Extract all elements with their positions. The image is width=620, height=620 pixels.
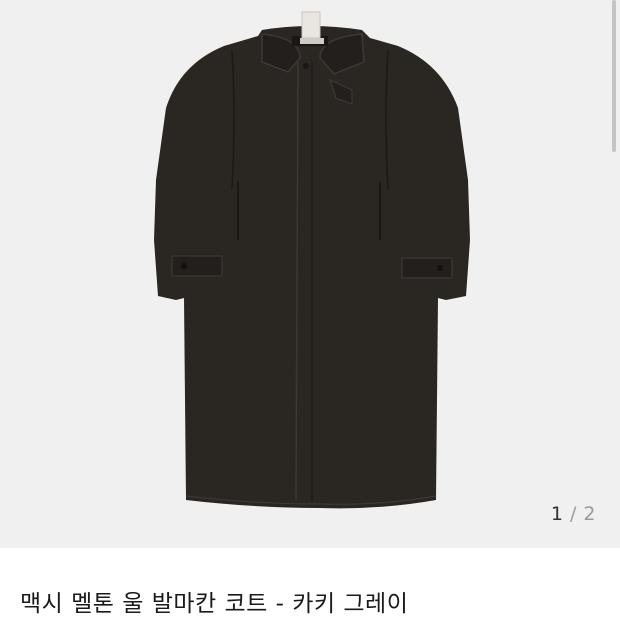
product-image-gallery[interactable]: 1 / 2 xyxy=(0,0,620,548)
product-title: 맥시 멜톤 울 발마칸 코트 - 카키 그레이 xyxy=(20,591,409,617)
counter-separator: / xyxy=(569,503,577,525)
product-detail-page: 1 / 2 맥시 멜톤 울 발마칸 코트 - 카키 그레이 xyxy=(0,0,620,620)
total-image-count: 2 xyxy=(583,503,596,525)
page-scrollbar[interactable] xyxy=(612,0,616,152)
current-image-index: 1 xyxy=(550,503,564,525)
product-image[interactable] xyxy=(0,0,620,548)
image-page-counter: 1 / 2 xyxy=(551,503,596,525)
coat-label xyxy=(301,11,321,39)
